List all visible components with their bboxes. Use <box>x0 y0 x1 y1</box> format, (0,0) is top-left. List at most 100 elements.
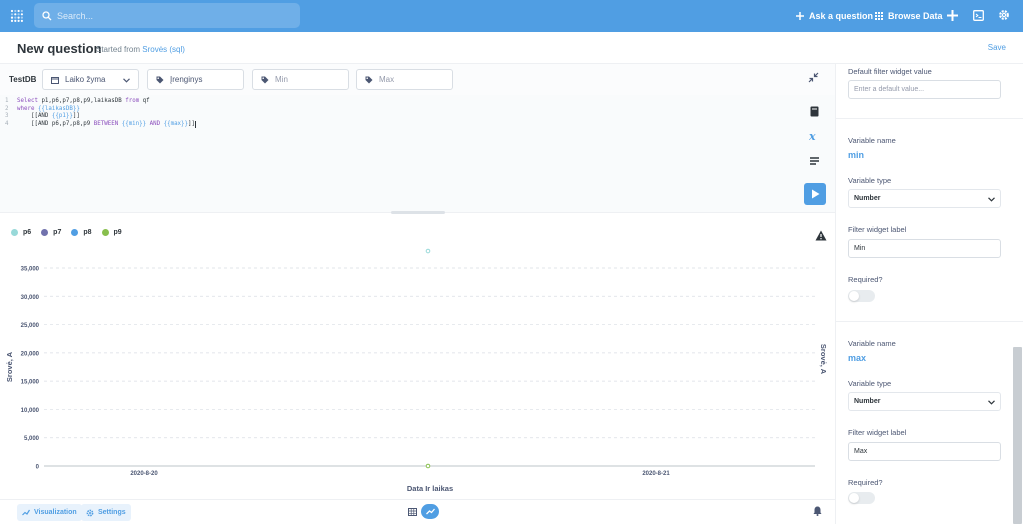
line-number: 2 <box>5 105 9 112</box>
chart-view-toggle[interactable] <box>421 504 439 519</box>
save-button[interactable]: Save <box>988 43 1006 52</box>
variable-name-label: Variable name <box>848 339 896 348</box>
question-header: New question Started from Srovės (sql) S… <box>0 32 1023 64</box>
legend-item-p8[interactable]: p8 <box>71 229 92 236</box>
widget-label-input[interactable]: Min <box>848 239 1001 258</box>
widget-label-input[interactable]: Max <box>848 442 1001 461</box>
database-name[interactable]: TestDB <box>9 75 36 84</box>
required-toggle[interactable] <box>848 290 875 302</box>
legend-item-p7[interactable]: p7 <box>41 229 61 236</box>
max-filter-widget[interactable]: Max <box>356 69 453 90</box>
y-tick-label: 0 <box>36 465 40 471</box>
chart-legend: p6 p7 p8 p9 <box>11 229 132 236</box>
code-token: {{laikasDB}} <box>34 105 80 112</box>
legend-item-p9[interactable]: p9 <box>101 229 122 236</box>
page-title: New question <box>17 41 102 56</box>
y-tick-label: 20,000 <box>21 351 40 357</box>
legend-item-p6[interactable]: p6 <box>11 229 31 236</box>
collapse-editor-icon[interactable] <box>808 72 819 83</box>
date-filter-label: Laiko žyma <box>65 75 106 84</box>
date-filter-widget[interactable]: Laiko žyma <box>42 69 139 90</box>
variable-type-select[interactable]: Number <box>848 189 1001 208</box>
line-chart-icon <box>425 508 435 515</box>
divider <box>836 321 1023 322</box>
legend-dot <box>101 229 109 236</box>
gear-icon[interactable] <box>998 9 1010 21</box>
code-token: from <box>125 98 140 104</box>
tag-icon <box>156 76 164 84</box>
y2-axis-title: Srovė, A <box>819 344 828 375</box>
variable-name-max: max <box>848 353 867 363</box>
code-token: {{min}} <box>118 120 147 127</box>
required-toggle[interactable] <box>848 492 875 504</box>
required-label: Required? <box>848 275 883 284</box>
code-line[interactable]: 1 Select p1,p6,p7,p8,p9,laikasDB from qf <box>5 98 196 106</box>
settings-label: Settings <box>98 509 126 516</box>
code-token: ]] <box>188 120 196 127</box>
line-number: 4 <box>5 120 9 127</box>
svg-text:x: x <box>809 130 816 141</box>
legend-label: p7 <box>53 229 62 236</box>
run-query-button[interactable] <box>804 183 826 205</box>
chevron-down-icon <box>988 400 995 405</box>
new-plus-icon[interactable] <box>947 10 958 21</box>
code-line[interactable]: 4 [[AND p6,p7,p8,p9 BETWEEN {{min}} AND … <box>5 120 197 129</box>
table-view-toggle[interactable] <box>403 504 421 519</box>
tag-icon <box>261 76 269 84</box>
x-tick-label: 2020-8-21 <box>642 471 670 477</box>
variable-type-value: Number <box>854 195 881 202</box>
x-axis-title: Data Ir laikas <box>407 484 453 493</box>
chevron-down-icon <box>988 197 995 202</box>
widget-label-label: Filter widget label <box>848 428 907 437</box>
variable-name-label: Variable name <box>848 136 896 145</box>
x-tick-label: 2020-8-20 <box>130 471 158 477</box>
settings-button[interactable]: Settings <box>81 504 131 521</box>
sidebar-scrollbar[interactable] <box>1013 347 1022 524</box>
browse-data-label: Browse Data <box>888 11 943 21</box>
min-filter-widget[interactable]: Min <box>252 69 349 90</box>
y-tick-label: 35,000 <box>21 267 40 273</box>
code-line[interactable]: 2 where {{laikasDB}} <box>5 106 196 114</box>
bell-icon[interactable] <box>813 506 822 516</box>
y-tick-label: 5,000 <box>24 436 40 442</box>
variable-type-select[interactable]: Number <box>848 392 1001 411</box>
data-point-p9 <box>425 463 431 469</box>
source-link[interactable]: Srovės (sql) <box>142 45 185 54</box>
line-chart-icon <box>22 509 30 516</box>
search-input[interactable]: Search... <box>34 3 300 28</box>
visualization-button[interactable]: Visualization <box>17 504 82 521</box>
top-navigation-bar: Search... Ask a question Browse Data <box>0 0 1023 32</box>
visualization-label: Visualization <box>34 509 77 516</box>
native-query-editor[interactable]: 1 Select p1,p6,p7,p8,p9,laikasDB from qf 2… <box>0 95 835 213</box>
variables-sidebar: Default filter widget value Enter a defa… <box>835 64 1023 524</box>
snippets-icon[interactable] <box>809 156 820 167</box>
sql-code[interactable]: 1 Select p1,p6,p7,p8,p9,laikasDB from qf 2… <box>5 98 197 129</box>
chevron-down-icon <box>123 78 130 83</box>
default-value-input[interactable]: Enter a default value... <box>848 80 1001 99</box>
sql-editor-icon[interactable] <box>973 10 984 21</box>
view-toggle <box>403 504 439 519</box>
calendar-icon <box>51 76 59 84</box>
legend-dot <box>11 229 18 236</box>
code-token: [[AND <box>17 113 52 120</box>
device-filter-widget[interactable]: Įrenginys <box>147 69 244 90</box>
ask-question-button[interactable]: Ask a question <box>796 0 873 32</box>
code-token: {{p1}} <box>51 113 73 120</box>
y-tick-label: 30,000 <box>21 295 40 301</box>
grid-icon <box>875 12 883 20</box>
code-token: ]] <box>72 113 80 120</box>
template-tags-bar: TestDB Laiko žyma Įrenginys Min Max <box>0 64 835 95</box>
data-reference-icon[interactable] <box>809 106 820 117</box>
code-line[interactable]: 3 [[AND {{p1}}]] <box>5 113 196 121</box>
legend-dot <box>71 229 79 236</box>
editor-resize-handle[interactable] <box>391 211 445 214</box>
variable-name-min: min <box>848 150 865 160</box>
browse-data-button[interactable]: Browse Data <box>875 0 943 32</box>
line-number: 1 <box>5 98 9 104</box>
required-label: Required? <box>848 478 883 487</box>
legend-label: p6 <box>23 229 32 236</box>
code-token: p1,p6,p7,p8,p9,laikasDB <box>37 98 126 104</box>
metabase-logo-icon[interactable] <box>10 9 24 23</box>
max-filter-placeholder: Max <box>379 75 395 84</box>
variables-icon[interactable]: x <box>809 130 820 141</box>
